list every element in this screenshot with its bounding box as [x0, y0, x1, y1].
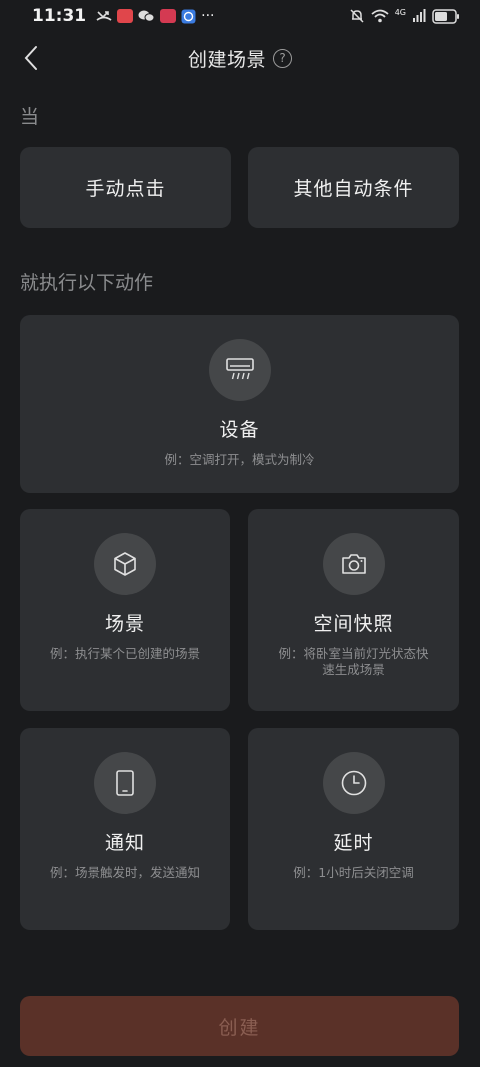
trigger-label: 手动点击: [85, 178, 166, 200]
clock-icon: [341, 770, 366, 796]
action-description: 例：1小时后关闭空调: [293, 865, 414, 880]
action-scene-card[interactable]: 场景 例：执行某个已创建的场景: [20, 509, 230, 711]
icon-circle: [94, 533, 156, 595]
network-type: 4G: [394, 8, 406, 17]
action-notification-card[interactable]: 通知 例：场景触发时，发送通知: [20, 728, 230, 930]
action-description: 例：空调打开，模式为制冷: [164, 452, 315, 467]
cube-icon: [114, 552, 136, 576]
app-notification-icon: [117, 9, 134, 23]
trigger-label: 其他自动条件: [293, 178, 414, 200]
page-header: 创建场景 ?: [0, 36, 480, 80]
action-space-snapshot-card[interactable]: 空间快照 例：将卧室当前灯光状态快速生成场景: [248, 509, 459, 711]
help-icon[interactable]: ?: [273, 48, 292, 68]
phone-icon: [116, 770, 134, 796]
action-title: 设备: [219, 419, 260, 441]
mute-icon: [350, 9, 364, 23]
trigger-manual-click-button[interactable]: 手动点击: [20, 147, 231, 228]
more-notifications-icon: ···: [201, 8, 215, 24]
browser-app-icon: [181, 9, 196, 23]
notification-icons: ···: [96, 8, 214, 24]
app-badge-icon: [160, 9, 177, 23]
action-title: 延时: [333, 832, 374, 854]
action-device-card[interactable]: 设备 例：空调打开，模式为制冷: [20, 315, 459, 493]
icon-circle: [94, 752, 156, 814]
status-time: 11:31: [32, 6, 87, 26]
page-title: 创建场景: [187, 48, 266, 71]
missed-call-icon: [96, 11, 112, 21]
action-title: 通知: [104, 832, 145, 854]
when-section-label: 当: [20, 106, 40, 128]
signal-icon: [413, 9, 426, 22]
action-description: 例：场景触发时，发送通知: [49, 865, 200, 880]
status-right: 4G: [349, 8, 460, 24]
back-button[interactable]: [18, 44, 46, 72]
action-delay-card[interactable]: 延时 例：1小时后关闭空调: [248, 728, 459, 930]
air-conditioner-icon: [225, 358, 254, 380]
action-title: 空间快照: [313, 613, 394, 635]
status-bar: 11:31 ··· 4G: [0, 0, 480, 32]
create-button[interactable]: 创建: [20, 996, 459, 1056]
action-section-label: 就执行以下动作: [20, 272, 154, 294]
action-description: 例：执行某个已创建的场景: [49, 646, 200, 661]
action-title: 场景: [104, 613, 145, 635]
wechat-icon: [138, 10, 155, 22]
camera-icon: [341, 554, 366, 574]
chevron-left-icon: [24, 46, 37, 70]
icon-circle: [322, 752, 385, 814]
icon-circle: [208, 339, 271, 401]
wifi-icon: [371, 9, 389, 23]
action-description: 例：将卧室当前灯光状态快速生成场景: [278, 646, 429, 677]
battery-icon: [432, 8, 459, 24]
icon-circle: [322, 533, 385, 595]
trigger-other-conditions-button[interactable]: 其他自动条件: [248, 147, 459, 228]
